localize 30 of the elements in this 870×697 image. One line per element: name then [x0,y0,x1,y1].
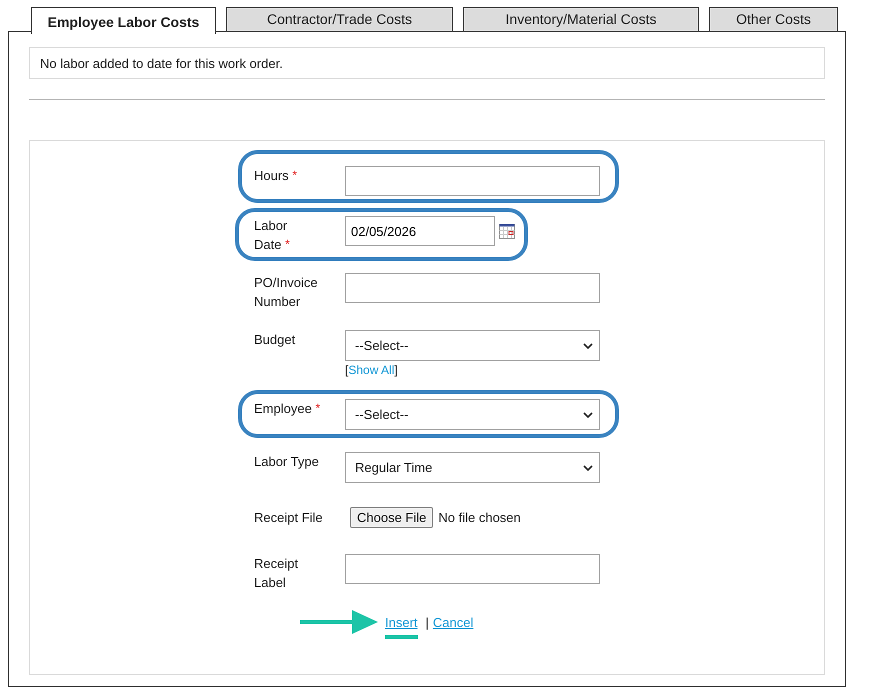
underline-mark [385,634,418,638]
choose-file-button[interactable]: Choose File [350,507,434,528]
bracket: [ [345,363,348,377]
select-field[interactable]: --Select-- [345,330,600,361]
bracket: ] [394,363,398,377]
field-label: PO/Invoice Number [254,274,319,311]
calendar-icon[interactable] [499,223,515,239]
field-label: Budget [254,331,296,349]
select-field[interactable]: --Select-- [345,399,600,430]
text-field[interactable] [345,166,600,196]
text-field[interactable] [345,554,600,584]
tab[interactable]: Contractor/Trade Costs [226,7,453,32]
text-field[interactable] [345,273,600,303]
field-label: Receipt File [254,509,324,527]
empty-message: No labor added to date for this work order. [29,47,825,79]
select-field[interactable]: Regular Time [345,452,600,483]
field-label: Hours * [254,167,298,185]
tab[interactable]: Inventory/Material Costs [463,7,699,32]
file-status: No file chosen [438,510,521,525]
separator: | [426,614,429,630]
chevron-down-icon [583,342,593,348]
chevron-down-icon [583,464,593,470]
date-field[interactable]: 02/05/2026 [345,216,495,246]
chevron-down-icon [583,412,593,418]
tab[interactable]: Employee Labor Costs [31,7,216,34]
field-label: Labor Date * [254,217,291,254]
field-label: Receipt Label [254,555,300,592]
tab[interactable]: Other Costs [709,7,838,32]
field-label: Labor Type [254,453,320,471]
field-label: Employee * [254,400,322,418]
